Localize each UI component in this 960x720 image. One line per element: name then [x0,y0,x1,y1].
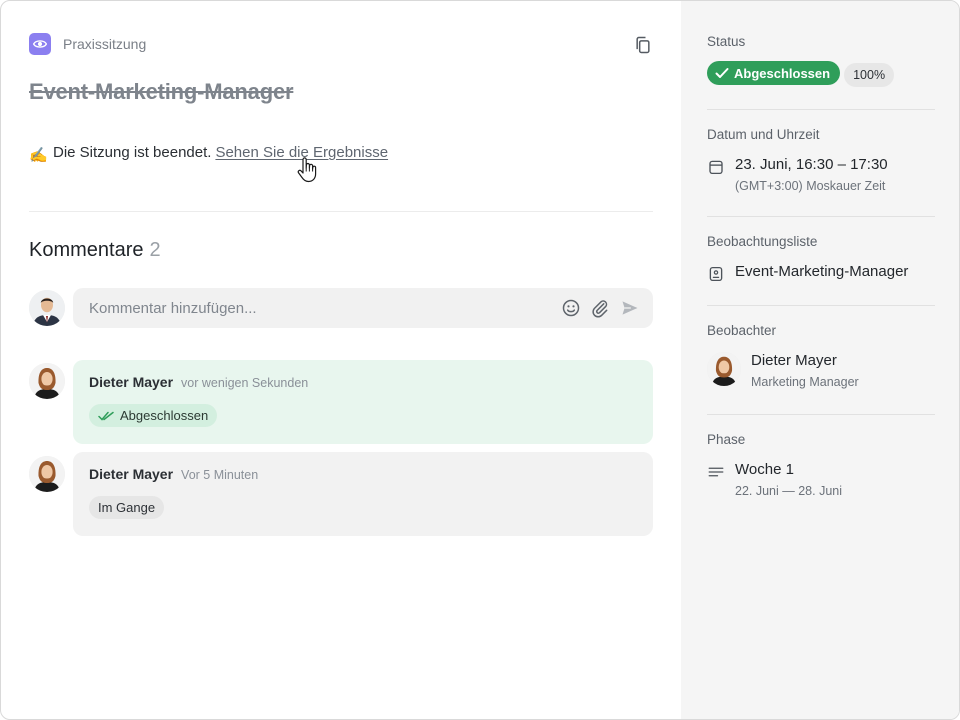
progress-percent: 100% [844,63,895,87]
comment-author[interactable]: Dieter Mayer [89,374,173,390]
session-type-label: Praxissitzung [63,36,147,52]
check-icon [715,68,729,78]
details-sidebar: Status Abgeschlossen 100% Datum und Uhrz… [681,1,959,719]
app-window: Praxissitzung Event-Marketing-Manager ✍️… [0,0,960,720]
phase-range: 22. Juni — 28. Juni [735,484,843,498]
status-value: Abgeschlossen [734,65,831,81]
status-label: Status [707,34,746,49]
datetime-value: 23. Juni, 16:30 – 17:30 [735,156,888,173]
phase-row[interactable]: Woche 1 22. Juni — 28. Juni [707,461,935,498]
session-header: Praxissitzung [29,33,653,57]
session-ended-text: Die Sitzung ist beendet. [53,144,212,161]
lines-icon [708,467,724,477]
sidebar-divider [707,305,935,306]
watchlist-section: Beobachtungsliste Event-Marketing-Manage… [707,234,935,282]
sidebar-divider [707,414,935,415]
comment-author-avatar [29,456,65,492]
status-badge[interactable]: Abgeschlossen [707,61,841,85]
send-icon[interactable] [620,298,640,318]
paperclip-icon[interactable] [590,298,610,318]
comment-card: Dieter Mayer Vor 5 Minuten Im Gange [73,452,653,536]
status-section: Status Abgeschlossen 100% [707,34,935,87]
hand-pointer-icon [297,157,317,183]
comment-meta: Dieter Mayer Vor 5 Minuten [89,466,637,484]
status-chip-label: Abgeschlossen [120,408,209,423]
datetime-label: Datum und Uhrzeit [707,127,820,142]
current-user-avatar [29,290,65,326]
observer-label: Beobachter [707,323,777,338]
comments-count: 2 [149,239,161,261]
observer-name: Dieter Mayer [751,352,837,369]
comments-heading: Kommentare 2 [29,239,161,262]
session-main: Praxissitzung Event-Marketing-Manager ✍️… [1,1,681,719]
status-chip-in-progress: Im Gange [89,496,165,519]
session-title: Event-Marketing-Manager [29,79,294,104]
status-chip-done: Abgeschlossen [89,404,218,427]
observer-section: Beobachter Dieter Mayer Marketing Manage… [707,323,935,392]
observer-row[interactable]: Dieter Mayer Marketing Manager [707,352,935,392]
comment-author[interactable]: Dieter Mayer [89,466,173,482]
copy-icon[interactable] [633,35,653,55]
datetime-section: Datum und Uhrzeit 23. Juni, 16:30 – 17:3… [707,127,935,193]
watchlist-value: Event-Marketing-Manager [735,263,909,280]
comment-card: Dieter Mayer vor wenigen Sekunden Abgesch… [73,360,653,444]
badge-icon [709,266,723,282]
phase-label: Phase [707,432,746,447]
smiley-icon[interactable] [561,298,581,318]
section-divider [29,211,653,212]
sidebar-divider [707,109,935,110]
comment-time: Vor 5 Minuten [181,468,259,482]
eye-icon [29,33,51,55]
comment-author-avatar [29,363,65,399]
session-ended-notice: ✍️ Die Sitzung ist beendet. Sehen Sie die … [29,144,388,164]
comment-time: vor wenigen Sekunden [181,376,309,390]
comment-meta: Dieter Mayer vor wenigen Sekunden [89,374,637,392]
observer-avatar [707,352,741,386]
status-chip-label: Im Gange [98,500,156,515]
observer-role: Marketing Manager [751,375,859,389]
comments-title: Kommentare [29,239,144,261]
datetime-row[interactable]: 23. Juni, 16:30 – 17:30 (GMT+3:00) Moska… [707,156,935,193]
writing-hand-emoji: ✍️ [29,147,48,164]
timezone-value: (GMT+3:00) Moskauer Zeit [735,179,886,193]
watchlist-row[interactable]: Event-Marketing-Manager [707,263,935,282]
phase-value: Woche 1 [735,461,794,478]
double-check-icon [98,411,114,421]
phase-section: Phase Woche 1 22. Juni — 28. Juni [707,432,935,498]
watchlist-label: Beobachtungsliste [707,234,818,249]
sidebar-divider [707,216,935,217]
calendar-icon [709,160,723,175]
